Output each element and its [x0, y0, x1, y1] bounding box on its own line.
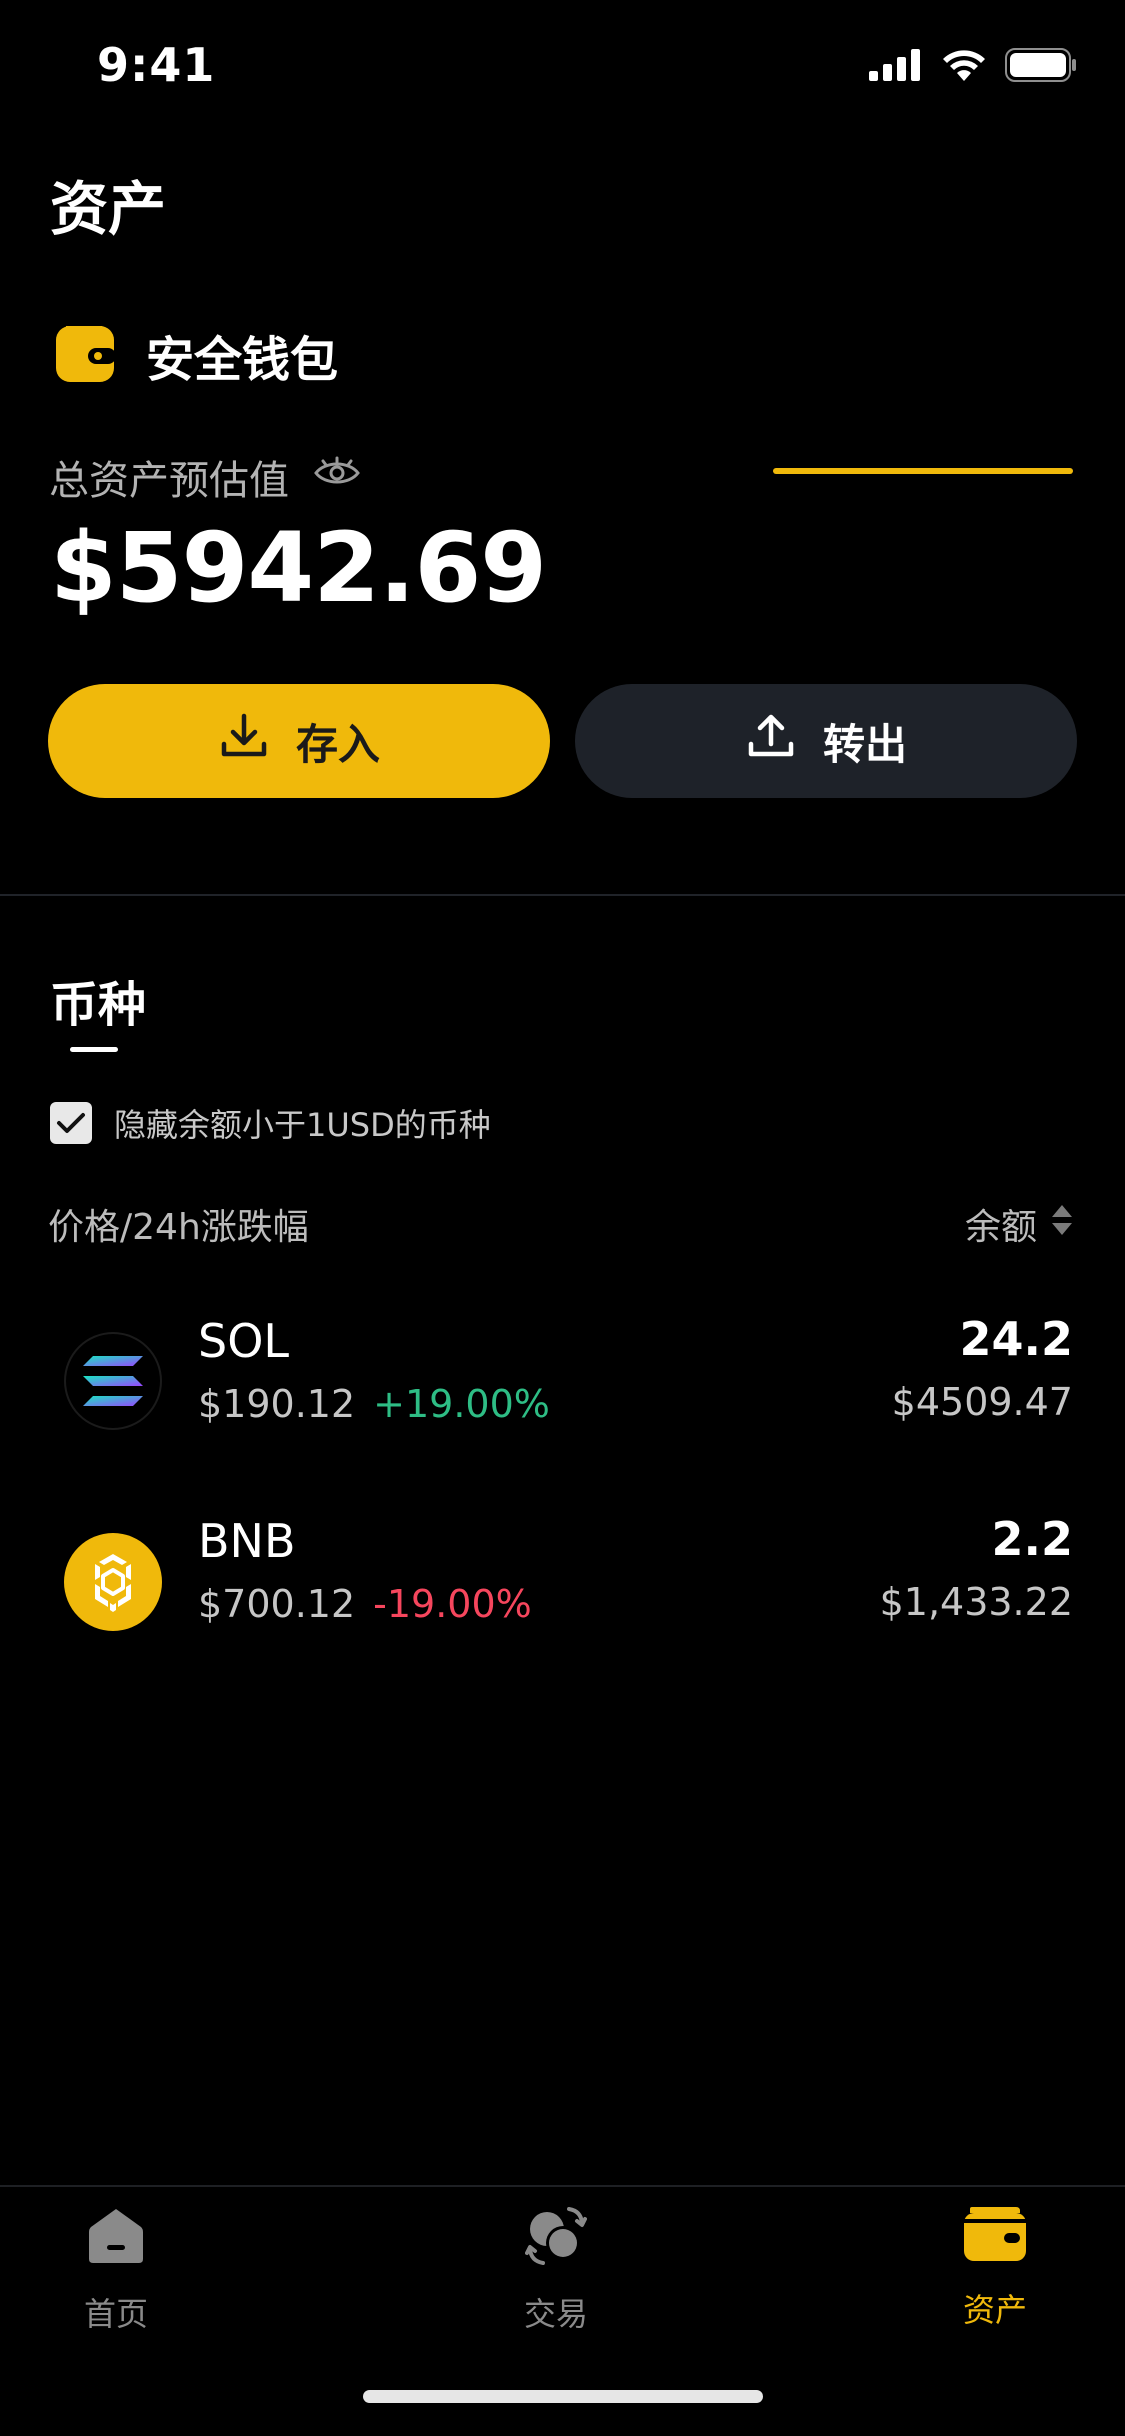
tab-trade-label: 交易 — [523, 2295, 588, 2333]
home-indicator[interactable] — [363, 2390, 763, 2403]
coin-price: $700.12 — [198, 1582, 356, 1626]
eye-icon[interactable] — [313, 454, 361, 500]
column-header-balance-label: 余额 — [964, 1207, 1037, 1248]
home-icon — [85, 2205, 147, 2275]
tab-assets-label: 资产 — [962, 2291, 1027, 2329]
coin-value: $1,433.22 — [879, 1580, 1073, 1624]
coin-price: $190.12 — [198, 1382, 356, 1426]
wallet-selector[interactable]: 安全钱包 — [54, 320, 338, 390]
tab-coins[interactable]: 币种 — [50, 965, 146, 1035]
download-icon — [218, 710, 270, 772]
page-title: 资产 — [50, 175, 167, 243]
coin-price-row: $190.12 +19.00% — [198, 1382, 550, 1426]
tab-bar-divider — [0, 2185, 1125, 2187]
signal-icon — [869, 49, 923, 85]
withdraw-label: 转出 — [822, 719, 907, 769]
withdraw-button[interactable]: 转出 — [575, 684, 1077, 798]
total-assets-label: 总资产预估值 — [49, 458, 289, 504]
wallet-name: 安全钱包 — [146, 332, 339, 388]
section-divider — [0, 894, 1125, 896]
status-time: 9:41 — [97, 38, 216, 92]
upload-icon — [745, 710, 797, 772]
hide-small-balance-toggle[interactable]: 隐藏余额小于1USD的币种 — [50, 1100, 491, 1146]
battery-icon — [1005, 48, 1077, 86]
list-item[interactable]: BNB $700.12 -19.00% 2.2 $1,433.22 — [0, 1500, 1125, 1670]
sort-icon — [1051, 1203, 1073, 1246]
tab-home-label: 首页 — [83, 2295, 148, 2333]
bnb-icon — [64, 1533, 162, 1631]
wifi-icon — [941, 48, 987, 86]
coin-value: $4509.47 — [891, 1380, 1073, 1424]
coin-symbol: SOL — [198, 1314, 290, 1368]
tab-trade[interactable]: 交易 — [456, 2205, 656, 2335]
sol-icon — [64, 1332, 162, 1430]
coin-change: +19.00% — [373, 1382, 550, 1426]
list-item[interactable]: SOL $190.12 +19.00% 24.2 $4509.47 — [0, 1300, 1125, 1470]
coin-change: -19.00% — [373, 1582, 532, 1626]
hide-small-label: 隐藏余额小于1USD的币种 — [114, 1106, 491, 1144]
total-assets-value: $5942.69 — [50, 512, 547, 624]
trade-icon — [525, 2205, 587, 2275]
deposit-label: 存入 — [295, 719, 380, 769]
total-assets-label-row: 总资产预估值 — [49, 448, 361, 506]
status-icons — [869, 48, 1077, 86]
wallet-icon — [962, 2205, 1028, 2271]
tab-coins-indicator — [70, 1047, 118, 1052]
column-header-price: 价格/24h涨跌幅 — [48, 1207, 309, 1248]
coin-price-row: $700.12 -19.00% — [198, 1582, 532, 1626]
deposit-button[interactable]: 存入 — [48, 684, 550, 798]
coin-amount: 24.2 — [959, 1312, 1074, 1366]
wallet-icon — [54, 322, 116, 388]
accent-line — [773, 468, 1073, 474]
column-header-balance[interactable]: 余额 — [965, 1198, 1073, 1250]
hide-small-checkbox[interactable] — [50, 1102, 92, 1144]
coin-amount: 2.2 — [991, 1512, 1074, 1566]
tab-home[interactable]: 首页 — [16, 2205, 216, 2335]
coin-symbol: BNB — [198, 1514, 296, 1568]
tab-assets[interactable]: 资产 — [895, 2205, 1095, 2331]
